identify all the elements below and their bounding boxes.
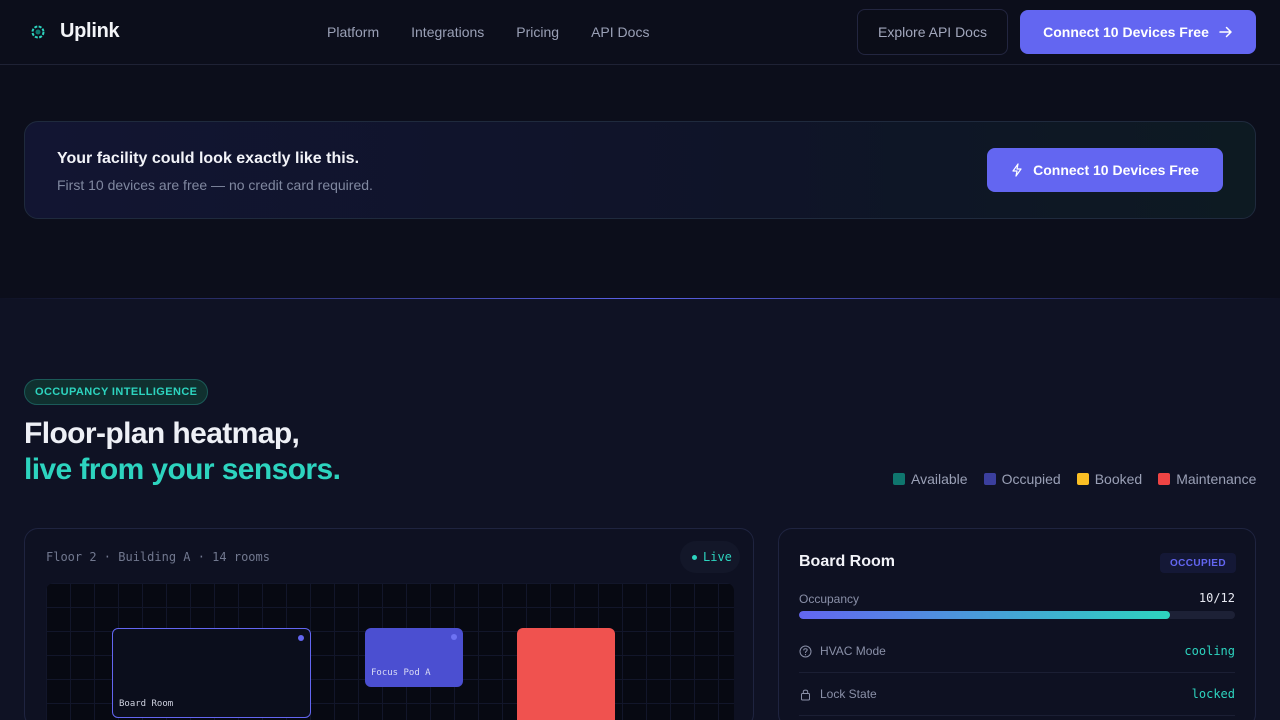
connect-devices-nav-button[interactable]: Connect 10 Devices Free	[1020, 10, 1256, 54]
detail-row-hvac: HVAC Mode cooling	[799, 630, 1235, 673]
room-status-dot	[298, 635, 304, 641]
arrow-right-icon	[1219, 26, 1232, 38]
live-label: Live	[703, 550, 732, 564]
top-nav: Uplink Platform Integrations Pricing API…	[0, 0, 1280, 65]
cta-banner: Your facility could look exactly like th…	[24, 121, 1256, 219]
status-legend: Available Occupied Booked Maintenance	[893, 471, 1256, 487]
legend-swatch-available	[893, 473, 905, 485]
room-status-dot	[451, 634, 457, 640]
hvac-label: HVAC Mode	[820, 644, 886, 658]
room-label-board-room: Board Room	[119, 699, 174, 709]
detail-row-lock: Lock State locked	[799, 673, 1235, 716]
brand[interactable]: Uplink	[30, 20, 120, 43]
legend-swatch-booked	[1076, 473, 1089, 485]
occupancy-section: OCCUPANCY INTELLIGENCE Floor-plan heatma…	[0, 298, 1280, 720]
legend-label-available: Available	[911, 471, 968, 487]
headline-line-1: Floor-plan heatmap,	[24, 417, 300, 450]
cta-title: Your facility could look exactly like th…	[57, 150, 360, 167]
status-badge: OCCUPIED	[1160, 553, 1236, 573]
lock-label: Lock State	[820, 687, 877, 701]
room-label-focus-pod-a: Focus Pod A	[371, 668, 431, 678]
room-focus-pod-a[interactable]: Focus Pod A	[365, 628, 463, 687]
legend-item-occupied: Occupied	[983, 471, 1061, 487]
nav-link-api-docs[interactable]: API Docs	[591, 24, 649, 40]
cta-subtitle: First 10 devices are free — no credit ca…	[57, 177, 373, 193]
live-indicator: Live	[680, 541, 740, 573]
nav-link-pricing[interactable]: Pricing	[516, 24, 559, 40]
occupancy-bar	[799, 611, 1235, 619]
room-detail-title: Board Room	[799, 553, 895, 570]
legend-label-occupied: Occupied	[1001, 471, 1061, 487]
brand-name: Uplink	[60, 20, 120, 42]
connect-devices-cta-button[interactable]: Connect 10 Devices Free	[987, 148, 1223, 192]
occupancy-value: 10/12	[1198, 591, 1235, 605]
room-maintenance[interactable]	[517, 628, 615, 720]
lock-value: locked	[1191, 687, 1235, 701]
hvac-label-group: HVAC Mode	[799, 644, 886, 658]
legend-item-booked: Booked	[1076, 471, 1143, 487]
nav-link-platform[interactable]: Platform	[327, 24, 379, 40]
floor-plan-card: Floor 2 · Building A · 14 rooms Live Boa…	[24, 528, 754, 720]
legend-item-available: Available	[893, 471, 968, 487]
headline-line-2: live from your sensors.	[24, 453, 341, 486]
room-detail-card: Board Room OCCUPIED Occupancy 10/12 HVAC…	[778, 528, 1256, 720]
help-circle-icon	[799, 645, 812, 657]
legend-item-maintenance: Maintenance	[1158, 471, 1256, 487]
floor-plan: Board Room Focus Pod A	[46, 583, 734, 720]
hvac-value: cooling	[1184, 644, 1235, 658]
room-board-room[interactable]: Board Room	[112, 628, 311, 718]
nav-links: Platform Integrations Pricing API Docs	[327, 24, 649, 40]
lightning-icon	[1012, 163, 1022, 177]
floor-label: Floor 2 · Building A · 14 rooms	[46, 550, 270, 564]
explore-api-docs-label: Explore API Docs	[878, 24, 987, 40]
lock-label-group: Lock State	[799, 687, 877, 701]
legend-swatch-occupied	[983, 473, 996, 485]
lock-icon	[801, 689, 810, 700]
legend-label-booked: Booked	[1094, 471, 1143, 487]
nav-link-integrations[interactable]: Integrations	[411, 24, 484, 40]
legend-label-maintenance: Maintenance	[1176, 471, 1257, 487]
connect-devices-nav-label: Connect 10 Devices Free	[1043, 24, 1209, 40]
connect-devices-cta-label: Connect 10 Devices Free	[1033, 162, 1199, 178]
occupancy-label: Occupancy	[799, 592, 860, 606]
explore-api-docs-button[interactable]: Explore API Docs	[857, 9, 1008, 55]
occupancy-bar-fill	[799, 611, 1170, 619]
live-dot	[692, 554, 697, 560]
legend-swatch-maintenance	[1158, 473, 1171, 485]
section-badge: OCCUPANCY INTELLIGENCE	[24, 379, 209, 405]
section-divider	[0, 298, 1280, 299]
uplink-logo-icon	[31, 25, 45, 38]
